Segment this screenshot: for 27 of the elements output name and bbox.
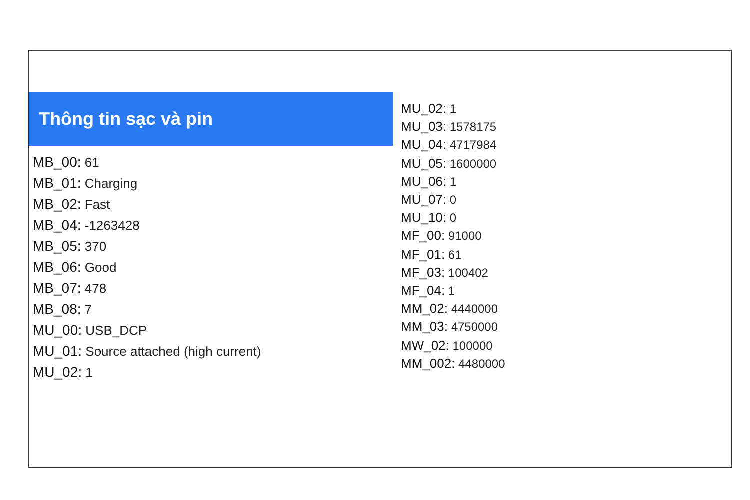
info-row-text: MU_04: 4717984 (401, 136, 497, 154)
info-row-text: MM_03: 4750000 (401, 318, 498, 336)
info-row-text: MU_02: 1 (33, 363, 93, 382)
info-row: MM_02: 4440000 (401, 300, 498, 318)
app-header-title: Thông tin sạc và pin (29, 92, 393, 146)
info-row-text: MM_002: 4480000 (401, 354, 506, 373)
info-row: MW_02: 100000 (401, 336, 493, 355)
info-row-text: MF_00: 91000 (401, 227, 482, 246)
info-row-text: MB_04: -1263428 (33, 216, 140, 235)
info-row: MU_07: 0 (401, 191, 457, 210)
info-row-text: MU_01: Source attached (high current) (33, 342, 262, 361)
info-row-text: MU_00: USB_DCP (33, 321, 148, 340)
info-row-text: MU_06: 1 (401, 172, 457, 191)
info-row: MU_03: 1578175 (401, 118, 497, 136)
info-row: MF_04: 1 (401, 282, 456, 300)
info-row-text: MB_06: Good (33, 258, 117, 277)
info-row: MU_10: 0 (401, 209, 457, 228)
info-row-text: MB_08: 7 (33, 300, 92, 319)
info-row-text: MB_05: 370 (33, 237, 107, 256)
info-row-text: MB_00: 61 (33, 153, 100, 172)
info-row-text: MU_02: 1 (401, 100, 457, 118)
info-row-text: MB_07: 478 (33, 279, 107, 298)
info-row: MF_01: 61 (401, 246, 462, 264)
info-row-text: MB_02: Fast (33, 195, 110, 214)
info-row-text: MF_03: 100402 (401, 264, 488, 282)
info-row: MU_05: 1600000 (401, 154, 497, 173)
info-row-text: MB_01: Charging (33, 174, 138, 193)
